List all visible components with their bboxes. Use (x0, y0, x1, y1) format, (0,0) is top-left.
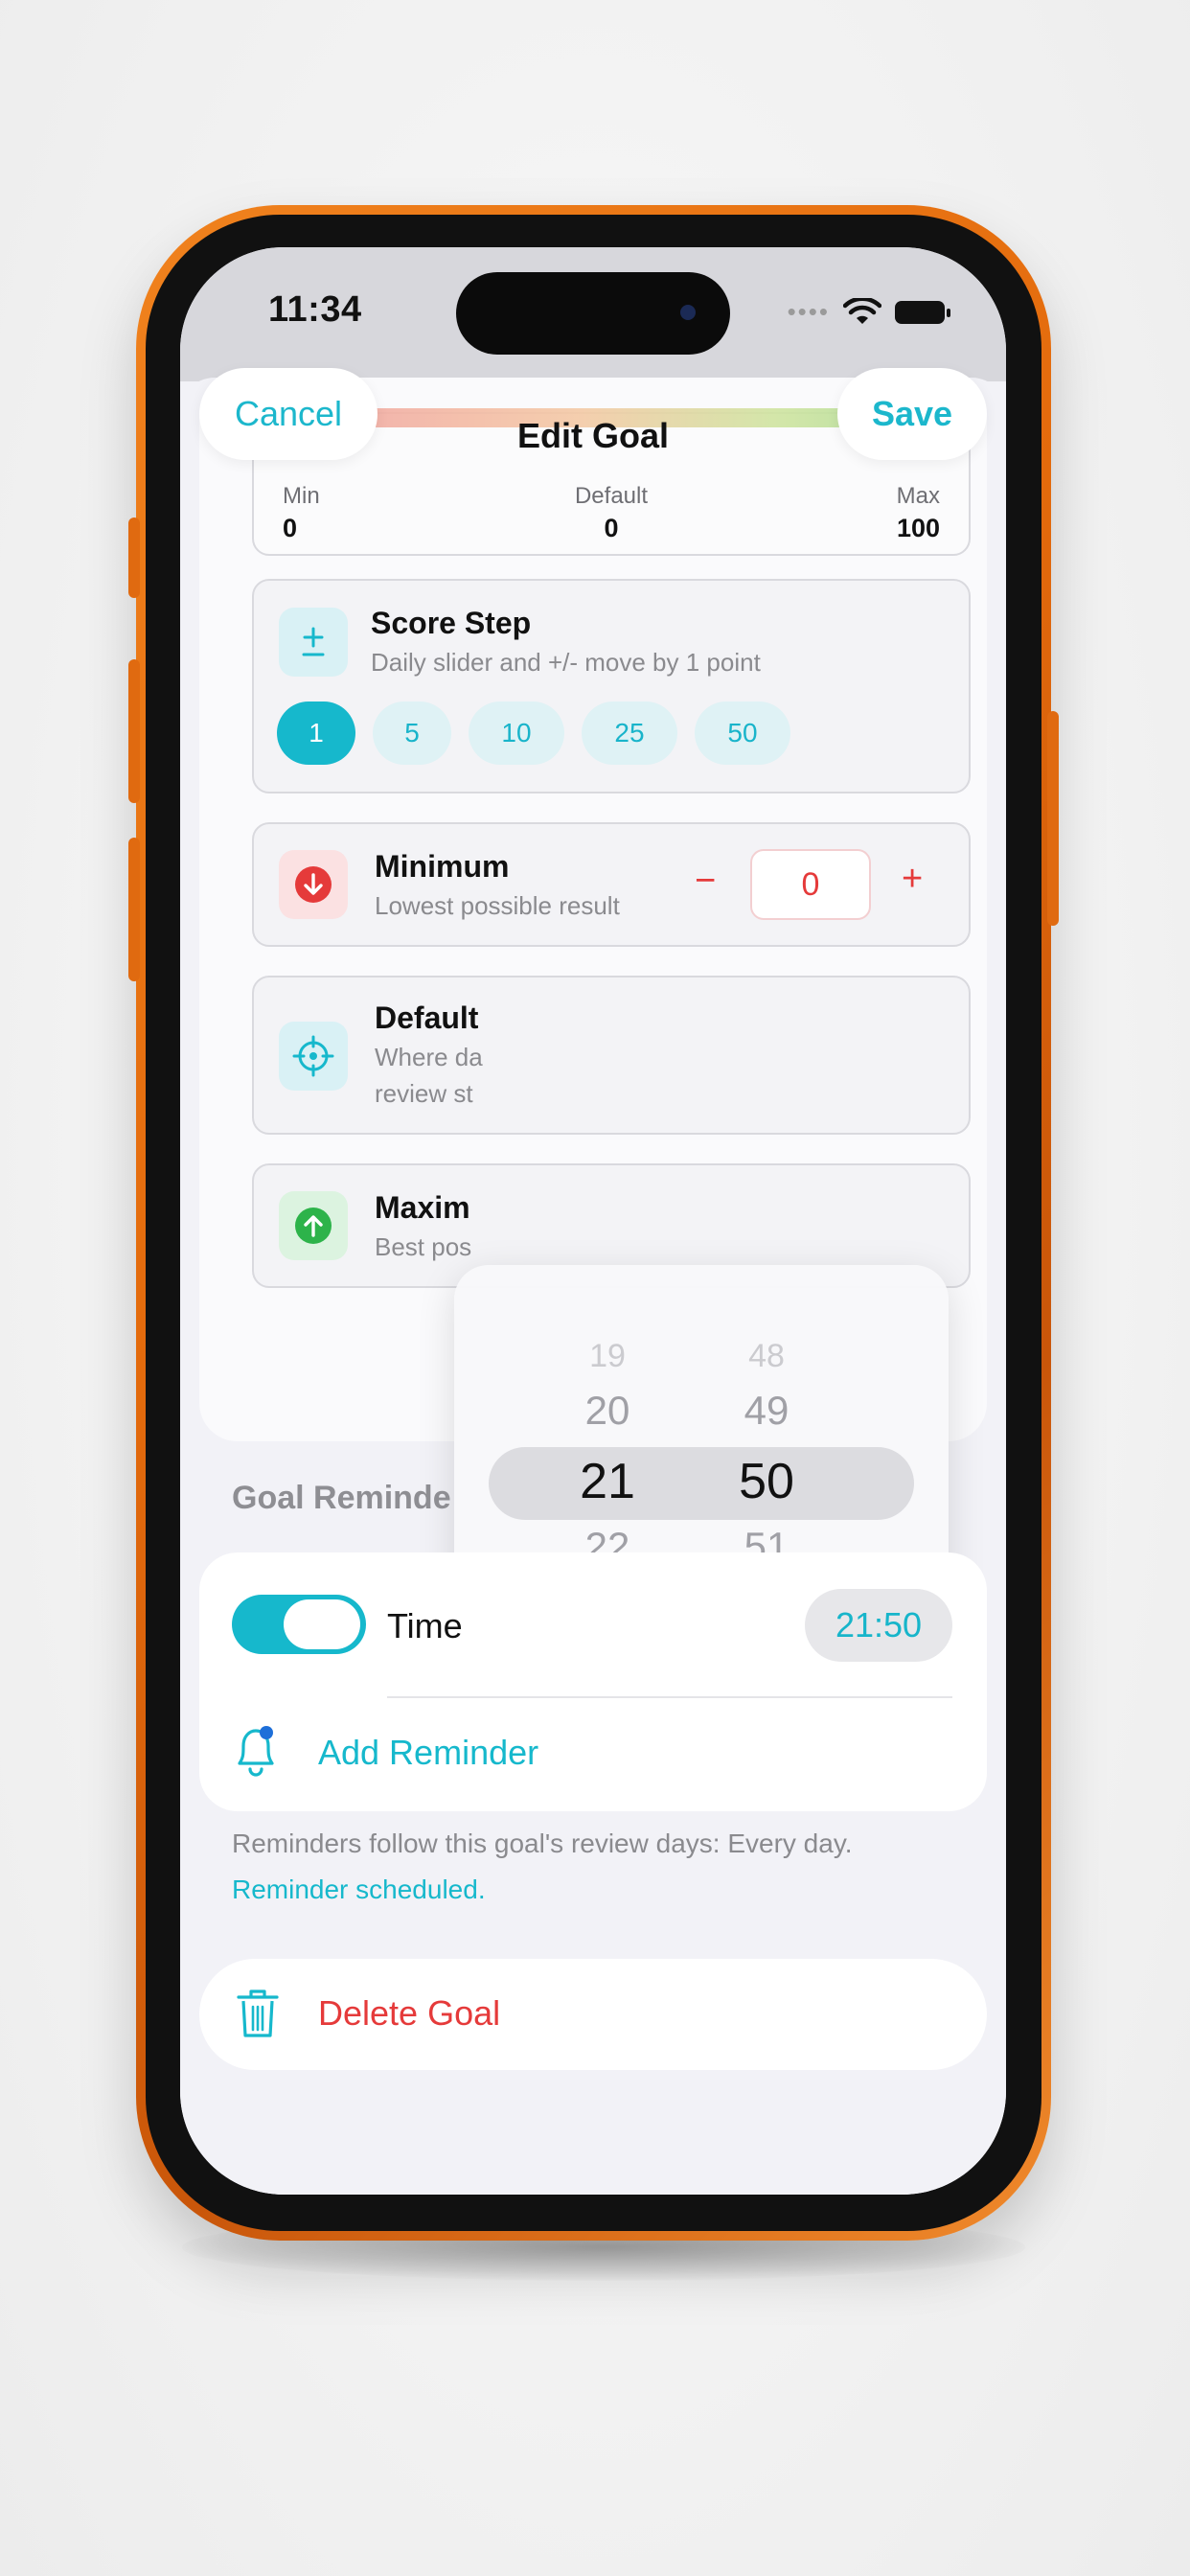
arrow-up-circle-icon (279, 1191, 348, 1260)
minimum-title: Minimum (375, 849, 510, 884)
power-button (1047, 711, 1059, 926)
bell-icon[interactable] (230, 1721, 282, 1783)
camera-icon (680, 305, 696, 320)
step-option-1[interactable]: 1 (277, 702, 355, 765)
phone-screen: 11:34 •••• Min 0 Default 0 Max 100 Score… (180, 247, 1006, 2195)
reminder-toggle[interactable] (232, 1595, 366, 1654)
minute-option-selected[interactable]: 50 (690, 1453, 843, 1510)
crosshair-icon (279, 1022, 348, 1091)
action-button (128, 518, 140, 598)
goal-reminders-header: Goal Reminde (232, 1480, 451, 1516)
add-reminder-button[interactable]: Add Reminder (318, 1733, 538, 1773)
default-title: Default (375, 1000, 479, 1035)
max-label: Max (896, 483, 940, 509)
delete-goal-button[interactable]: Delete Goal (199, 1959, 987, 2070)
step-option-5[interactable]: 5 (373, 702, 451, 765)
reminder-time-button[interactable]: 21:50 (805, 1589, 952, 1662)
minimum-value-field[interactable]: 0 (750, 849, 871, 920)
minimum-row: Minimum Lowest possible result − 0 + (252, 822, 971, 947)
time-label: Time (387, 1606, 463, 1645)
minimum-increment-button[interactable]: + (902, 859, 923, 900)
score-step-title: Score Step (371, 606, 532, 640)
reminders-card: Time 21:50 Add Reminder (199, 1552, 987, 1811)
hour-option[interactable]: 20 (531, 1388, 684, 1434)
minimum-subtitle: Lowest possible result (375, 891, 620, 920)
plus-minus-icon (279, 608, 348, 677)
maximum-title: Maxim (375, 1190, 470, 1225)
cellular-signal-icon: •••• (787, 297, 830, 326)
hour-option-selected[interactable]: 21 (531, 1453, 684, 1510)
default-row: Default Where da review st (252, 976, 971, 1135)
default-subtitle-line1: Where da (375, 1043, 483, 1071)
step-option-10[interactable]: 10 (469, 702, 564, 765)
default-subtitle-line2: review st (375, 1079, 473, 1108)
max-value: 100 (896, 514, 940, 542)
minute-option[interactable]: 49 (690, 1388, 843, 1434)
minute-option[interactable]: 48 (690, 1338, 843, 1375)
maximum-subtitle: Best pos (375, 1232, 472, 1261)
save-button[interactable]: Save (837, 368, 987, 460)
volume-down-button (128, 838, 140, 981)
arrow-down-circle-icon (279, 850, 348, 919)
divider (387, 1696, 952, 1698)
step-option-25[interactable]: 25 (582, 702, 677, 765)
dynamic-island (456, 272, 730, 355)
cancel-button[interactable]: Cancel (199, 368, 378, 460)
reminder-note: Reminders follow this goal's review days… (232, 1828, 853, 1858)
status-bar: 11:34 •••• (180, 247, 1006, 381)
toggle-knob (284, 1599, 360, 1649)
edit-goal-sheet: Min 0 Default 0 Max 100 Score Step Daily… (180, 368, 1006, 2195)
battery-icon (895, 300, 950, 324)
reminder-status: Reminder scheduled. (232, 1874, 486, 1904)
default-label: Default (574, 483, 649, 509)
hour-option[interactable]: 19 (531, 1338, 684, 1375)
step-option-50[interactable]: 50 (695, 702, 790, 765)
status-icons: •••• (787, 297, 950, 327)
minimum-decrement-button[interactable]: − (695, 861, 716, 902)
default-value: 0 (604, 514, 619, 542)
wifi-icon (843, 297, 881, 324)
score-step-subtitle: Daily slider and +/- move by 1 point (371, 648, 761, 677)
status-time: 11:34 (268, 289, 362, 330)
score-step-row: Score Step Daily slider and +/- move by … (252, 579, 971, 794)
delete-goal-label: Delete Goal (318, 1993, 501, 2033)
trash-icon (234, 1986, 282, 2046)
volume-up-button (128, 659, 140, 803)
